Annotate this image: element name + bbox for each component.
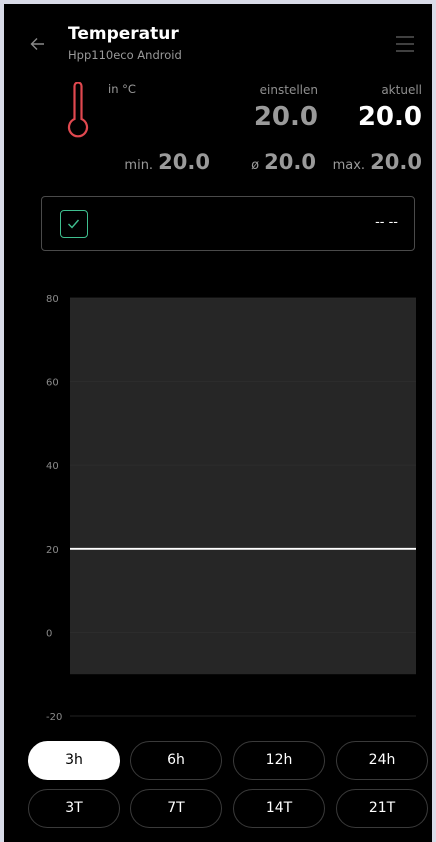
range-button-3h[interactable]: 3h [28,741,120,780]
stat-avg-value: 20.0 [264,150,316,174]
current-value: 20.0 [357,102,422,132]
stat-min-value: 20.0 [158,150,210,174]
stat-max: max. 20.0 [333,150,422,174]
status-value: -- -- [375,215,398,230]
stat-max-label: max. [332,158,366,173]
range-button-24h[interactable]: 24h [336,741,428,780]
range-button-12h[interactable]: 12h [233,741,325,780]
stat-max-value: 20.0 [370,150,422,174]
range-button-6h[interactable]: 6h [130,741,222,780]
device-name: Hpp110eco Android [68,48,182,62]
y-tick-label: 0 [46,628,52,639]
thermometer-icon [67,82,89,138]
y-tick-label: 80 [46,294,59,305]
range-button-21t[interactable]: 21T [336,789,428,828]
set-label: einstellen [259,83,318,97]
menu-button[interactable] [394,34,416,54]
temperature-chart: 80 60 40 20 0 -20 [46,294,416,723]
stat-avg-label: ø [251,158,260,173]
header: Temperatur Hpp110eco Android [4,4,432,66]
y-tick-label: 20 [46,545,59,556]
app-screen: Temperatur Hpp110eco Android in °C einst… [0,0,436,842]
checkmark-icon [68,219,80,229]
unit-label: in °C [108,82,136,96]
range-button-7t[interactable]: 7T [130,789,222,828]
plot-area [70,298,416,675]
status-box: -- -- [41,196,415,251]
y-tick-label: 40 [46,461,59,472]
status-checkbox[interactable] [60,210,88,238]
arrow-left-icon [30,38,44,50]
page-title: Temperatur [68,24,179,44]
y-tick-label: 60 [46,378,59,389]
set-value: 20.0 [253,102,318,132]
stat-min-label: min. [124,158,154,173]
stat-min: min. 20.0 [124,150,210,174]
stat-avg: ø 20.0 [251,150,316,174]
range-button-14t[interactable]: 14T [233,789,325,828]
range-button-3t[interactable]: 3T [28,789,120,828]
y-tick-label: -20 [46,712,62,723]
current-label: aktuell [381,83,422,97]
hamburger-menu-icon [396,36,414,52]
back-button[interactable] [24,30,52,58]
